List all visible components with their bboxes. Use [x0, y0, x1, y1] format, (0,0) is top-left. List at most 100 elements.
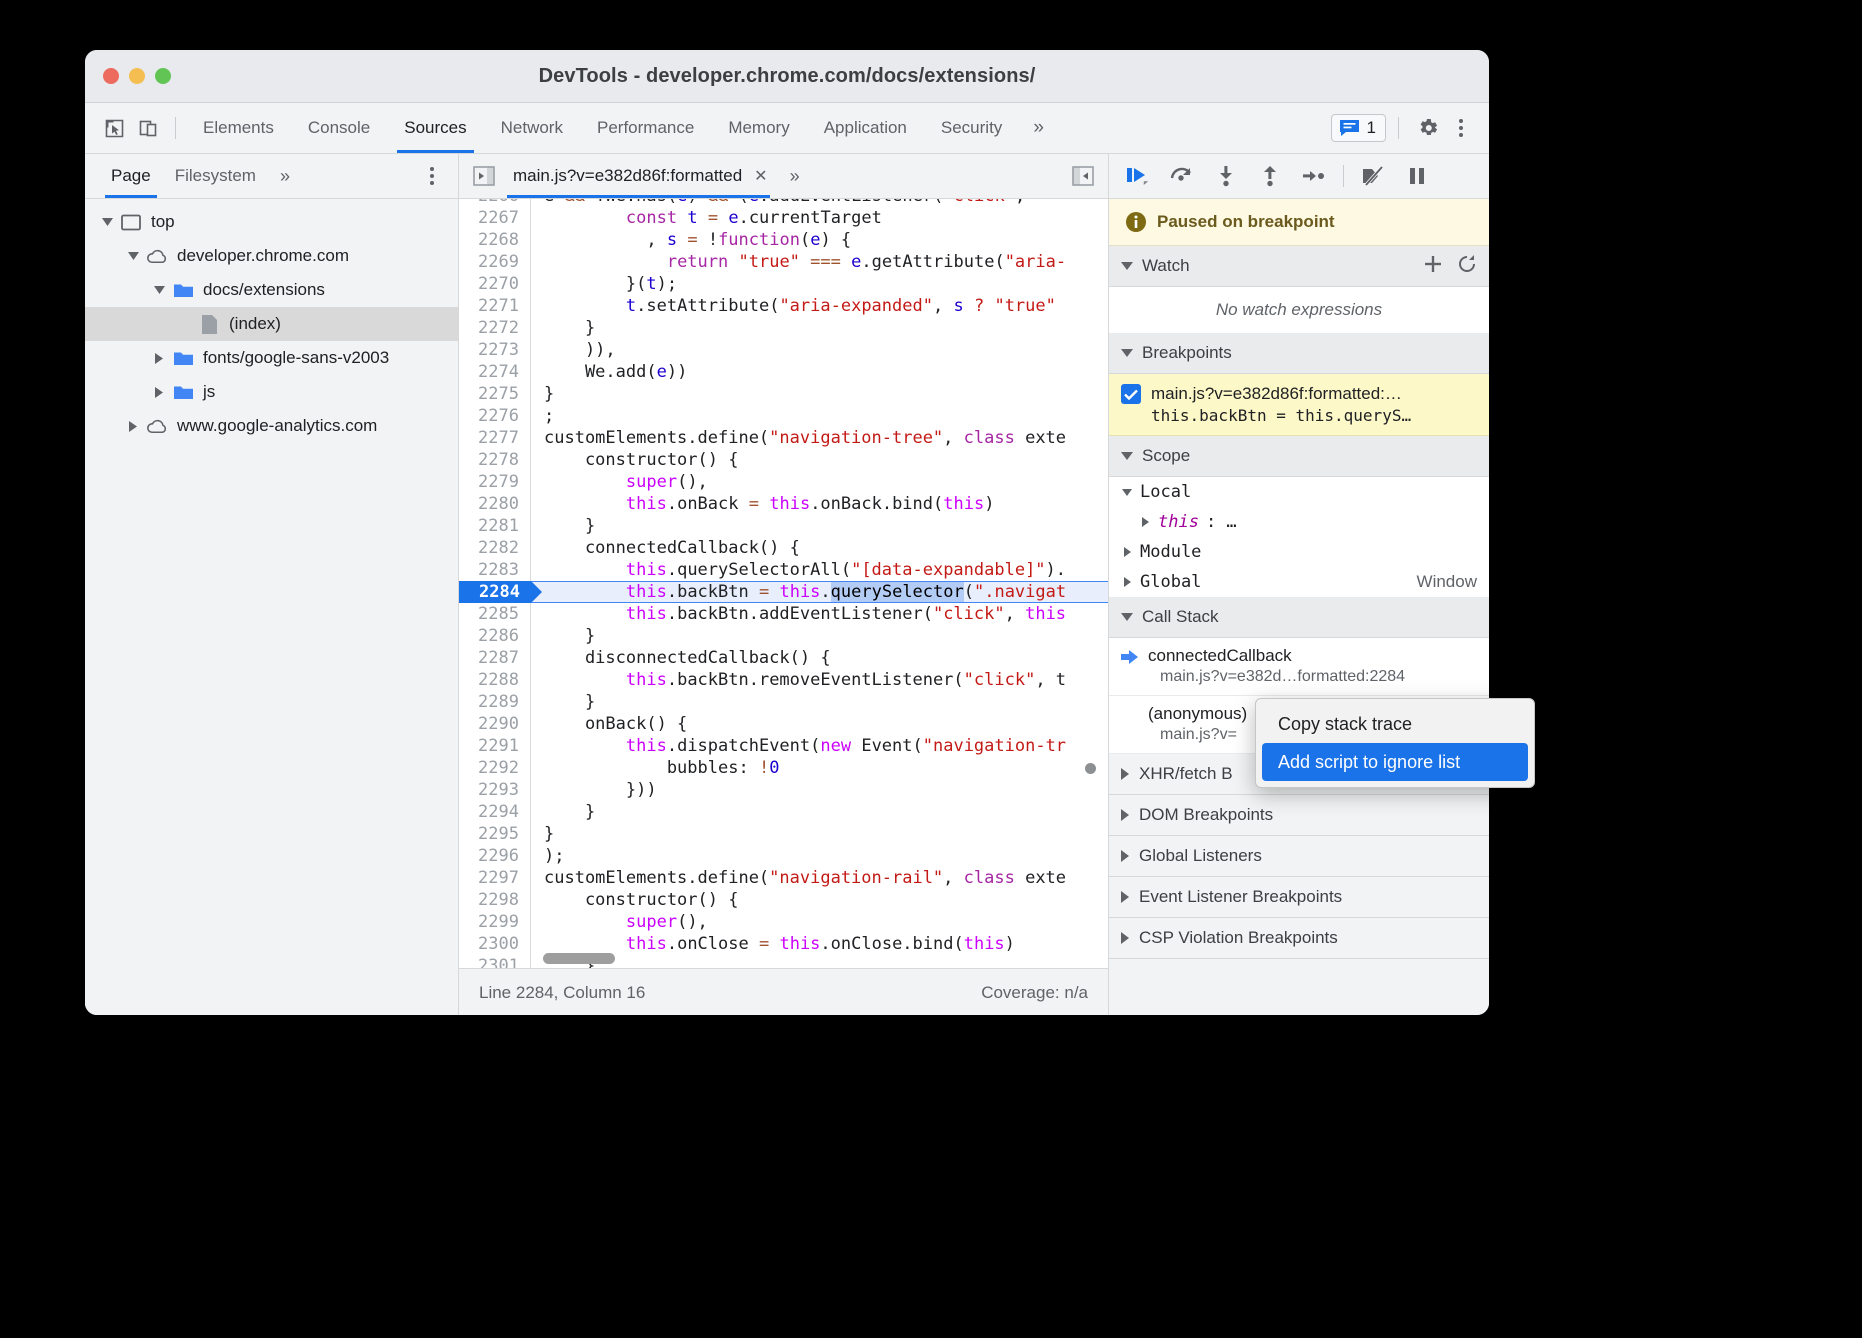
kebab-menu-icon[interactable] — [1447, 113, 1475, 143]
context-menu-item-add-script-to-ignore-list[interactable]: Add script to ignore list — [1262, 743, 1528, 781]
navigator-kebab-menu-icon[interactable] — [418, 161, 446, 191]
watch-section-header[interactable]: Watch — [1109, 246, 1489, 287]
tree-item-google-analytics[interactable]: www.google-analytics.com — [85, 409, 458, 443]
section-global-listeners[interactable]: Global Listeners — [1109, 836, 1489, 877]
chevron-down-icon[interactable] — [1121, 262, 1133, 270]
line-number[interactable]: 2268 — [459, 229, 531, 251]
line-number[interactable]: 2290 — [459, 713, 531, 735]
chevron-right-icon[interactable] — [1121, 577, 1133, 587]
tab-memory[interactable]: Memory — [711, 103, 806, 153]
tab-application[interactable]: Application — [807, 103, 924, 153]
line-number[interactable]: 2291 — [459, 735, 531, 757]
tree-item-index[interactable]: (index) — [85, 307, 458, 341]
line-number[interactable]: 2282 — [459, 537, 531, 559]
section-dom-breakpoints[interactable]: DOM Breakpoints — [1109, 795, 1489, 836]
minimize-window-button[interactable] — [129, 68, 145, 84]
chevron-down-icon[interactable] — [1121, 349, 1133, 357]
line-number[interactable]: 2269 — [459, 251, 531, 273]
scope-row-this[interactable]: this : … — [1109, 507, 1489, 537]
chevron-right-icon[interactable] — [1121, 891, 1129, 903]
line-number[interactable]: 2292 — [459, 757, 531, 779]
refresh-icon[interactable] — [1457, 254, 1477, 279]
scope-section-header[interactable]: Scope — [1109, 436, 1489, 477]
tree-item-fonts-google-sans[interactable]: fonts/google-sans-v2003 — [85, 341, 458, 375]
context-menu-item-copy-stack-trace[interactable]: Copy stack trace — [1262, 705, 1528, 743]
line-number[interactable]: 2283 — [459, 559, 531, 581]
line-number[interactable]: 2275 — [459, 383, 531, 405]
pause-icon[interactable] — [1398, 159, 1436, 193]
tree-item-top[interactable]: top — [85, 205, 458, 239]
line-number[interactable]: 2277 — [459, 427, 531, 449]
line-number[interactable]: 2284 — [459, 581, 531, 603]
chevron-down-icon[interactable] — [151, 282, 167, 298]
step-icon[interactable] — [1295, 159, 1333, 193]
code-viewer[interactable]: 2266e && !We.has(e) && (e.addEventListen… — [459, 199, 1108, 968]
coverage-status[interactable]: Coverage: n/a — [981, 983, 1088, 1003]
chevron-right-icon[interactable] — [125, 418, 141, 434]
chevron-right-icon[interactable] — [151, 350, 167, 366]
line-number[interactable]: 2274 — [459, 361, 531, 383]
tab-elements[interactable]: Elements — [186, 103, 291, 153]
scope-row-local[interactable]: Local — [1109, 477, 1489, 507]
line-number[interactable]: 2266 — [459, 199, 531, 207]
horizontal-scrollbar[interactable] — [543, 953, 615, 964]
line-number[interactable]: 2271 — [459, 295, 531, 317]
line-number[interactable]: 2288 — [459, 669, 531, 691]
tab-security[interactable]: Security — [924, 103, 1019, 153]
chevron-down-icon[interactable] — [99, 214, 115, 230]
tab-performance[interactable]: Performance — [580, 103, 711, 153]
scope-row-global[interactable]: Global Window — [1109, 567, 1489, 597]
call-stack-frame-current[interactable]: connectedCallback main.js?v=e382d…format… — [1109, 638, 1489, 696]
inspect-cursor-icon[interactable] — [97, 111, 131, 145]
line-number[interactable]: 2289 — [459, 691, 531, 713]
line-number[interactable]: 2299 — [459, 911, 531, 933]
editor-tab-mainjs[interactable]: main.js?v=e382d86f:formatted ✕ — [499, 154, 778, 198]
plus-icon[interactable] — [1423, 254, 1443, 279]
line-number[interactable]: 2272 — [459, 317, 531, 339]
scope-row-module[interactable]: Module — [1109, 537, 1489, 567]
line-number[interactable]: 2296 — [459, 845, 531, 867]
chevron-right-icon[interactable] — [1121, 932, 1129, 944]
line-number[interactable]: 2276 — [459, 405, 531, 427]
line-number[interactable]: 2294 — [459, 801, 531, 823]
inline-breakpoint-dot[interactable] — [1085, 763, 1096, 774]
line-number[interactable]: 2280 — [459, 493, 531, 515]
call-stack-section-header[interactable]: Call Stack — [1109, 597, 1489, 638]
line-number[interactable]: 2297 — [459, 867, 531, 889]
tab-network[interactable]: Network — [484, 103, 580, 153]
line-number[interactable]: 2278 — [459, 449, 531, 471]
step-over-icon[interactable] — [1163, 159, 1201, 193]
breakpoints-section-header[interactable]: Breakpoints — [1109, 333, 1489, 374]
line-number[interactable]: 2281 — [459, 515, 531, 537]
line-number[interactable]: 2293 — [459, 779, 531, 801]
line-number[interactable]: 2301 — [459, 955, 531, 968]
chevron-down-icon[interactable] — [1121, 489, 1133, 496]
chevron-right-icon[interactable] — [1121, 768, 1129, 780]
line-number[interactable]: 2285 — [459, 603, 531, 625]
line-number[interactable]: 2298 — [459, 889, 531, 911]
chevron-right-icon[interactable] — [1121, 547, 1133, 557]
chevron-right-icon[interactable] — [151, 384, 167, 400]
tree-item-developer-chrome-com[interactable]: developer.chrome.com — [85, 239, 458, 273]
line-number[interactable]: 2279 — [459, 471, 531, 493]
chevron-right-icon[interactable] — [1121, 809, 1129, 821]
editor-more-chevron-icon[interactable]: » — [778, 166, 812, 187]
maximize-window-button[interactable] — [155, 68, 171, 84]
tab-console[interactable]: Console — [291, 103, 387, 153]
line-number[interactable]: 2270 — [459, 273, 531, 295]
step-out-icon[interactable] — [1251, 159, 1289, 193]
deactivate-breakpoints-icon[interactable] — [1354, 159, 1392, 193]
chevron-right-icon[interactable] — [1139, 517, 1151, 527]
line-number[interactable]: 2273 — [459, 339, 531, 361]
line-number[interactable]: 2295 — [459, 823, 531, 845]
chevron-down-icon[interactable] — [1121, 452, 1133, 460]
console-messages-badge[interactable]: 1 — [1331, 114, 1386, 142]
section-event-listener-breakpoints[interactable]: Event Listener Breakpoints — [1109, 877, 1489, 918]
navigator-more-chevron-icon[interactable]: » — [268, 154, 302, 198]
close-window-button[interactable] — [103, 68, 119, 84]
line-number[interactable]: 2267 — [459, 207, 531, 229]
section-csp-violation-breakpoints[interactable]: CSP Violation Breakpoints — [1109, 918, 1489, 959]
line-number[interactable]: 2286 — [459, 625, 531, 647]
chevron-down-icon[interactable] — [125, 248, 141, 264]
tree-item-js[interactable]: js — [85, 375, 458, 409]
